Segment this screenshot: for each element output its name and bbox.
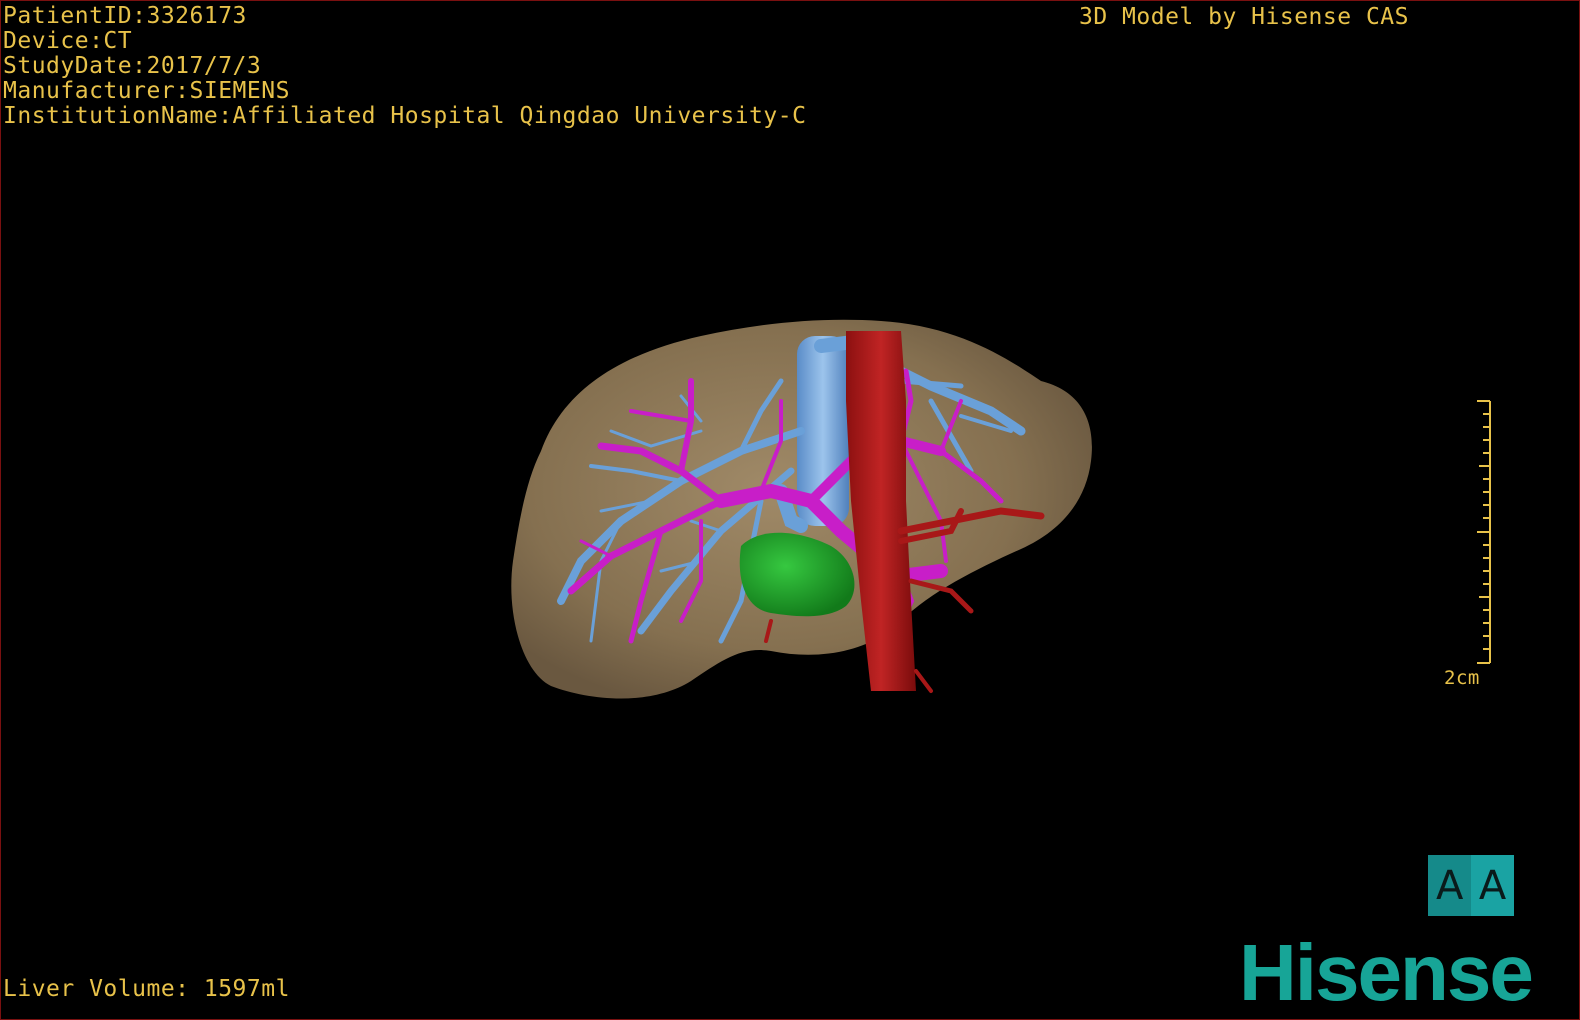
viewer-viewport[interactable]: PatientID:3326173 Device:CT StudyDate:20… [0, 0, 1580, 1020]
scale-bar [1477, 400, 1491, 664]
scale-bar-label: 2cm [1444, 667, 1480, 689]
dicom-info-overlay: PatientID:3326173 Device:CT StudyDate:20… [3, 4, 806, 129]
patient-id: PatientID:3326173 [3, 3, 247, 29]
study-date: StudyDate:2017/7/3 [3, 53, 262, 79]
liver-volume: Liver Volume: 1597ml [3, 976, 290, 1002]
orientation-widget[interactable]: A A [1428, 855, 1515, 916]
manufacturer: Manufacturer:SIEMENS [3, 78, 290, 104]
orientation-posterior-icon[interactable]: A [1428, 855, 1471, 916]
device: Device:CT [3, 28, 133, 54]
3d-liver-render[interactable] [1, 1, 1579, 1019]
orientation-anterior-icon[interactable]: A [1471, 855, 1514, 916]
institution-name: InstitutionName:Affiliated Hospital Qing… [3, 103, 807, 129]
model-credit: 3D Model by Hisense CAS [1079, 4, 1409, 30]
hisense-logo: Hisense [1239, 928, 1534, 1017]
